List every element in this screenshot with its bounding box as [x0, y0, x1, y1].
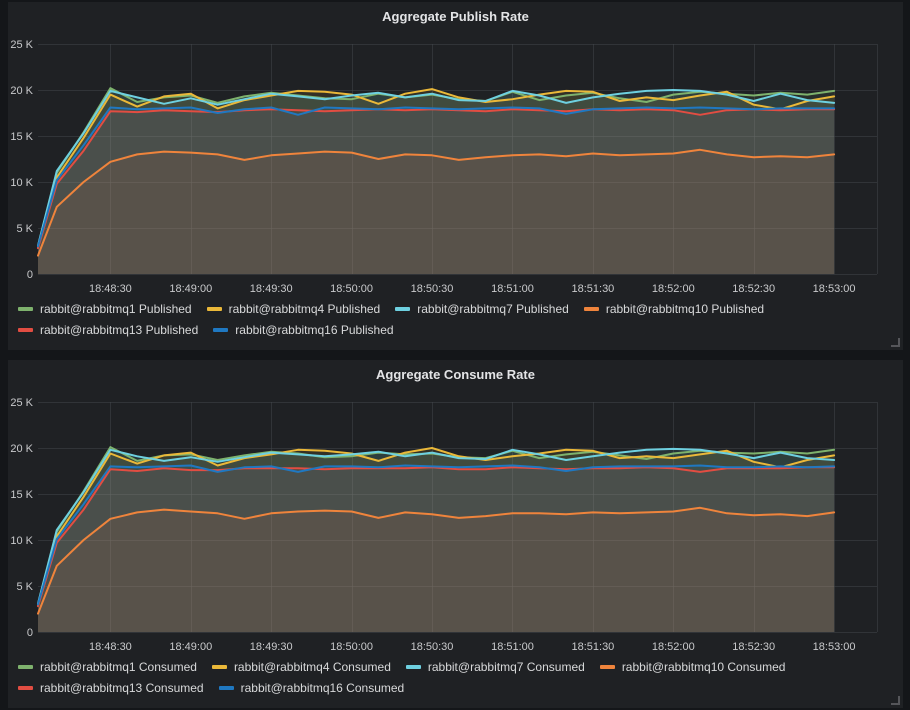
series-area — [38, 466, 834, 633]
time-series-chart[interactable]: 0 5 K 10 K 15 K 20 K 25 K 18:48:30 18:49:00 18:4… — [8, 2, 903, 298]
x-axis-tick: 18:49:00 — [169, 641, 212, 653]
legend-label: rabbit@rabbitmq7 Consumed — [428, 657, 585, 677]
legend-item[interactable]: rabbit@rabbitmq7 Published — [395, 299, 569, 319]
legend-swatch — [213, 328, 228, 332]
legend-item[interactable]: rabbit@rabbitmq16 Consumed — [219, 678, 405, 698]
legend-label: rabbit@rabbitmq16 Consumed — [241, 678, 405, 698]
legend-item[interactable]: rabbit@rabbitmq1 Published — [18, 299, 192, 319]
legend-item[interactable]: rabbit@rabbitmq4 Consumed — [212, 657, 391, 677]
x-axis-tick: 18:52:30 — [732, 283, 775, 295]
x-axis-tick: 18:52:00 — [652, 641, 695, 653]
y-axis-tick: 0 — [27, 269, 33, 281]
y-axis-tick: 15 K — [10, 131, 33, 143]
x-axis-tick: 18:51:00 — [491, 641, 534, 653]
legend-swatch — [18, 328, 33, 332]
legend-swatch — [584, 307, 599, 311]
legend-item[interactable]: rabbit@rabbitmq10 Published — [584, 299, 764, 319]
x-axis-tick: 18:49:00 — [169, 283, 212, 295]
legend-swatch — [18, 307, 33, 311]
legend-item[interactable]: rabbit@rabbitmq4 Published — [207, 299, 381, 319]
x-axis-tick: 18:49:30 — [250, 283, 293, 295]
y-axis-tick: 5 K — [16, 581, 33, 593]
x-axis-tick: 18:48:30 — [89, 283, 132, 295]
legend-swatch — [18, 665, 33, 669]
legend-label: rabbit@rabbitmq1 Published — [40, 299, 192, 319]
legend-item[interactable]: rabbit@rabbitmq7 Consumed — [406, 657, 585, 677]
panel-aggregate-publish-rate: Aggregate Publish Rate 0 5 K 10 K 15 K 20 K 2… — [8, 2, 903, 350]
panel-aggregate-consume-rate: Aggregate Consume Rate 0 5 K 10 K 15 K 20 K 2… — [8, 360, 903, 708]
panel-title[interactable]: Aggregate Publish Rate — [8, 2, 903, 24]
y-axis-tick: 5 K — [16, 223, 33, 235]
legend-swatch — [207, 307, 222, 311]
y-axis-tick: 10 K — [10, 177, 33, 189]
panel-title[interactable]: Aggregate Consume Rate — [8, 360, 903, 382]
legend-label: rabbit@rabbitmq10 Published — [606, 299, 764, 319]
legend-label: rabbit@rabbitmq13 Published — [40, 320, 198, 340]
x-axis-tick: 18:50:00 — [330, 641, 373, 653]
legend-swatch — [600, 665, 615, 669]
y-axis-tick: 10 K — [10, 535, 33, 547]
x-axis-tick: 18:51:30 — [571, 283, 614, 295]
legend-swatch — [406, 665, 421, 669]
x-axis-tick: 18:53:00 — [813, 283, 856, 295]
x-axis-tick: 18:52:00 — [652, 283, 695, 295]
legend-swatch — [212, 665, 227, 669]
panel-resize-handle[interactable] — [891, 696, 900, 705]
y-axis-tick: 0 — [27, 627, 33, 639]
legend: rabbit@rabbitmq1 Consumedrabbit@rabbitmq… — [18, 657, 897, 698]
legend-label: rabbit@rabbitmq4 Published — [229, 299, 381, 319]
legend-label: rabbit@rabbitmq16 Published — [235, 320, 393, 340]
legend-swatch — [395, 307, 410, 311]
x-axis-tick: 18:50:30 — [411, 283, 454, 295]
x-axis-tick: 18:51:00 — [491, 283, 534, 295]
time-series-chart[interactable]: 0 5 K 10 K 15 K 20 K 25 K 18:48:30 18:49:00 18:4… — [8, 360, 903, 656]
x-axis-tick: 18:52:30 — [732, 641, 775, 653]
legend-item[interactable]: rabbit@rabbitmq1 Consumed — [18, 657, 197, 677]
x-axis-tick: 18:53:00 — [813, 641, 856, 653]
legend-item[interactable]: rabbit@rabbitmq13 Consumed — [18, 678, 204, 698]
legend-swatch — [18, 686, 33, 690]
x-axis-tick: 18:50:30 — [411, 641, 454, 653]
legend-label: rabbit@rabbitmq4 Consumed — [234, 657, 391, 677]
y-axis-tick: 20 K — [10, 85, 33, 97]
legend-item[interactable]: rabbit@rabbitmq10 Consumed — [600, 657, 786, 677]
legend-item[interactable]: rabbit@rabbitmq13 Published — [18, 320, 198, 340]
y-axis-tick: 25 K — [10, 397, 33, 409]
legend-item[interactable]: rabbit@rabbitmq16 Published — [213, 320, 393, 340]
legend-label: rabbit@rabbitmq1 Consumed — [40, 657, 197, 677]
x-axis-tick: 18:50:00 — [330, 283, 373, 295]
y-axis-tick: 25 K — [10, 39, 33, 51]
legend-label: rabbit@rabbitmq10 Consumed — [622, 657, 786, 677]
y-axis-tick: 15 K — [10, 489, 33, 501]
legend: rabbit@rabbitmq1 Publishedrabbit@rabbitm… — [18, 299, 897, 340]
legend-label: rabbit@rabbitmq13 Consumed — [40, 678, 204, 698]
x-axis-tick: 18:51:30 — [571, 641, 614, 653]
legend-swatch — [219, 686, 234, 690]
x-axis-tick: 18:49:30 — [250, 641, 293, 653]
x-axis-tick: 18:48:30 — [89, 641, 132, 653]
y-axis-tick: 20 K — [10, 443, 33, 455]
legend-label: rabbit@rabbitmq7 Published — [417, 299, 569, 319]
series-area — [38, 108, 834, 275]
panel-resize-handle[interactable] — [891, 338, 900, 347]
